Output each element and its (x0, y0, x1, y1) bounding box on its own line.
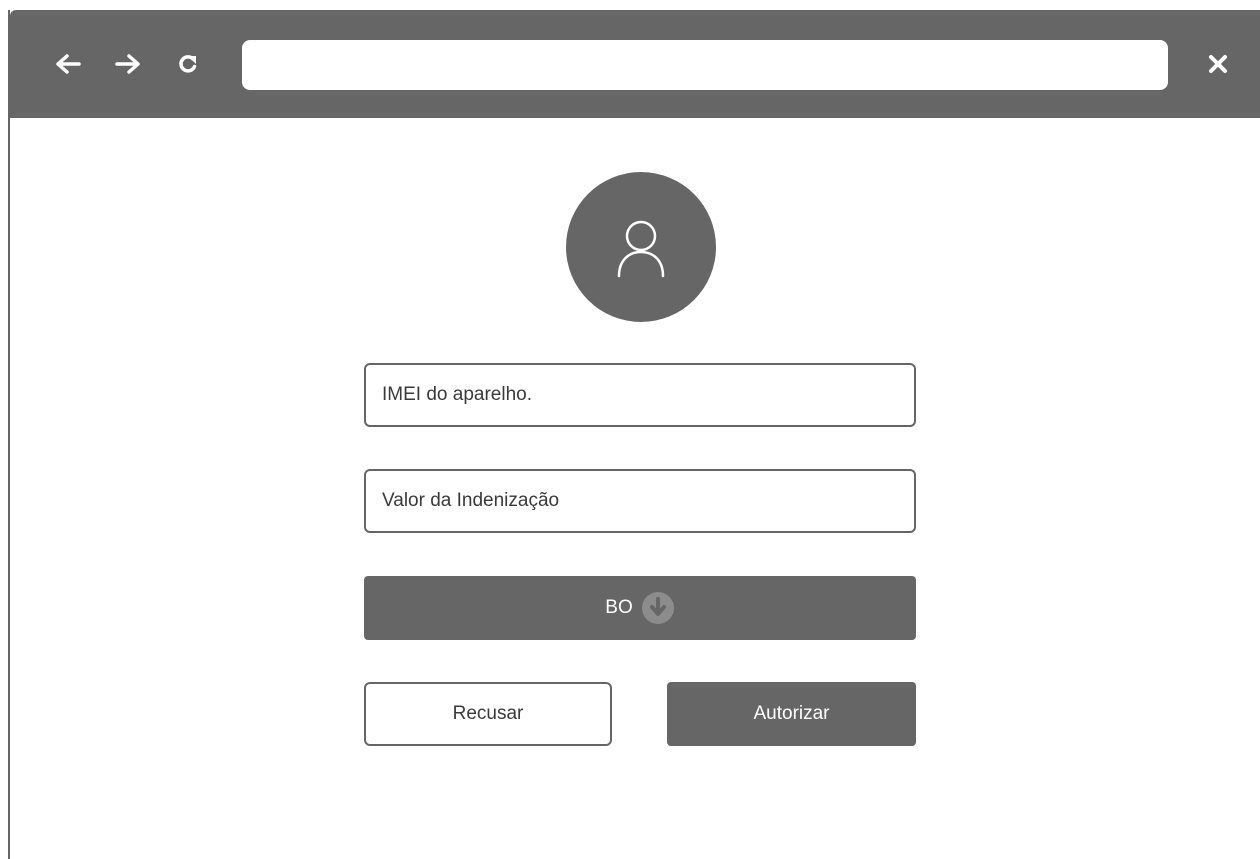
browser-window: BO Recusar Autorizar (8, 10, 1260, 859)
reload-button[interactable] (170, 46, 206, 82)
close-button[interactable] (1200, 46, 1236, 82)
valor-indenizacao-input[interactable] (364, 469, 916, 533)
autorizar-button[interactable]: Autorizar (667, 682, 916, 746)
browser-toolbar (10, 10, 1260, 118)
bo-download-button[interactable]: BO (364, 576, 916, 640)
avatar (566, 172, 716, 322)
forward-button[interactable] (110, 46, 146, 82)
reload-icon (179, 55, 197, 73)
recusar-button[interactable]: Recusar (364, 682, 612, 746)
arrow-left-icon (56, 54, 81, 74)
arrow-right-icon (115, 54, 140, 74)
bo-button-label: BO (605, 597, 633, 618)
user-icon (617, 220, 665, 278)
imei-input[interactable] (364, 363, 916, 427)
address-bar[interactable] (242, 40, 1168, 90)
download-icon (641, 591, 675, 625)
close-icon (1209, 55, 1227, 73)
back-button[interactable] (50, 46, 86, 82)
